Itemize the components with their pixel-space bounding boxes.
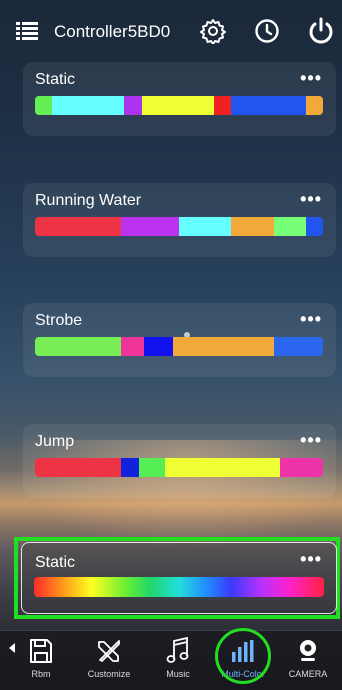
color-segment: [213, 96, 231, 115]
color-segment: [178, 217, 231, 236]
list-icon[interactable]: [16, 21, 38, 41]
color-segment: [35, 217, 122, 236]
color-bar: [35, 337, 323, 356]
nav-label: Customize: [87, 669, 131, 679]
color-bar: [35, 458, 323, 477]
more-options-icon[interactable]: •••: [300, 430, 322, 451]
color-segment: [230, 217, 274, 236]
mode-card[interactable]: Static •••: [23, 62, 336, 136]
bottom-navigation: Rbm Customize Music Multi-Color CAMERA: [0, 630, 342, 690]
top-bar: Controller5BD0: [0, 0, 342, 62]
color-bar: [35, 217, 323, 236]
color-segment: [274, 337, 323, 356]
mode-card-selected[interactable]: Static •••: [21, 542, 337, 614]
nav-label: CAMERA: [288, 669, 328, 679]
color-segment: [121, 337, 145, 356]
gear-icon[interactable]: [196, 14, 230, 48]
save-icon: [11, 637, 71, 665]
music-note-icon: [148, 637, 208, 665]
color-segment: [121, 217, 179, 236]
color-segment: [305, 217, 323, 236]
color-segment: [121, 458, 139, 477]
rainbow-color-bar: [34, 577, 324, 597]
color-segment: [305, 96, 323, 115]
mode-card[interactable]: Strobe •••: [23, 303, 336, 377]
more-options-icon[interactable]: •••: [300, 549, 322, 570]
color-segment: [35, 458, 122, 477]
nav-item-rbm[interactable]: Rbm: [11, 637, 71, 679]
color-segment: [138, 458, 165, 477]
nav-label: Rbm: [31, 669, 51, 679]
mode-label: Jump: [35, 433, 75, 450]
color-bar: [35, 96, 323, 115]
color-segment: [173, 337, 275, 356]
nav-item-camera[interactable]: CAMERA: [278, 637, 338, 679]
color-segment: [124, 96, 142, 115]
mode-label: Static: [35, 71, 76, 88]
camera-icon: [278, 637, 338, 665]
mode-label: Strobe: [35, 312, 83, 329]
active-tab-highlight: [215, 628, 271, 684]
nav-label: Music: [166, 669, 190, 679]
nav-item-customize[interactable]: Customize: [79, 637, 139, 679]
color-segment: [164, 458, 280, 477]
color-segment: [279, 458, 323, 477]
color-segment: [230, 96, 306, 115]
nav-item-music[interactable]: Music: [148, 637, 208, 679]
color-segment: [141, 96, 214, 115]
mode-card[interactable]: Running Water •••: [23, 183, 336, 257]
mode-label: Running Water: [35, 192, 142, 209]
color-segment: [274, 217, 306, 236]
color-segment: [144, 337, 174, 356]
mode-card[interactable]: Jump •••: [23, 424, 336, 498]
clock-icon[interactable]: [250, 14, 284, 48]
more-options-icon[interactable]: •••: [300, 309, 322, 330]
power-icon[interactable]: [304, 14, 338, 48]
controller-title: Controller5BD0: [54, 22, 171, 41]
mode-label: Static: [35, 554, 76, 571]
color-segment: [52, 96, 125, 115]
color-segment: [35, 96, 53, 115]
more-options-icon[interactable]: •••: [300, 68, 322, 89]
tools-icon: [79, 637, 139, 665]
color-segment: [35, 337, 122, 356]
more-options-icon[interactable]: •••: [300, 189, 322, 210]
